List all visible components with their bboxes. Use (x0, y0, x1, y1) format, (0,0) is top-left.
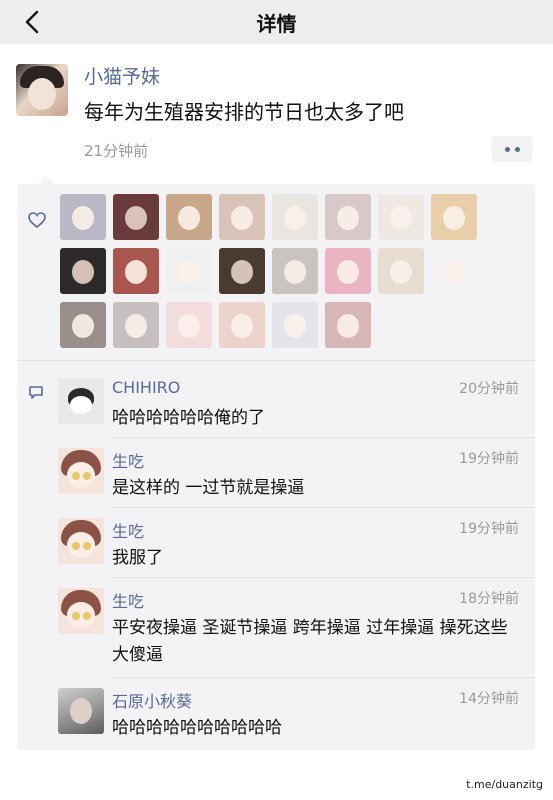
commenter-avatar[interactable] (58, 378, 104, 424)
liker-avatar[interactable] (325, 248, 371, 294)
ellipsis-icon (504, 146, 510, 152)
author-name[interactable]: 小猫予妹 (84, 62, 160, 89)
back-button[interactable] (18, 8, 46, 36)
comment-divider (112, 437, 535, 438)
liker-avatar[interactable] (431, 194, 477, 240)
liker-avatar[interactable] (113, 194, 159, 240)
watermark: t.me/duanzitg (466, 778, 543, 791)
commenter-name[interactable]: CHIHIRO (112, 378, 180, 397)
liker-avatar[interactable] (325, 302, 371, 348)
nav-bar: 详情 (0, 0, 553, 44)
comment-divider (112, 577, 535, 578)
liker-avatar[interactable] (219, 248, 265, 294)
comment-time: 19分钟前 (459, 451, 519, 467)
liker-avatar-grid (60, 194, 477, 348)
liker-avatar[interactable] (113, 248, 159, 294)
liker-avatar[interactable] (60, 302, 106, 348)
liker-avatar[interactable] (272, 248, 318, 294)
liker-avatar[interactable] (378, 248, 424, 294)
liker-avatar[interactable] (219, 302, 265, 348)
chevron-left-icon (25, 10, 39, 34)
liker-avatar[interactable] (113, 302, 159, 348)
commenter-avatar[interactable] (58, 448, 104, 494)
liker-avatar[interactable] (272, 302, 318, 348)
liker-avatar[interactable] (60, 248, 106, 294)
commenter-name[interactable]: 石原小秋葵 (112, 688, 192, 712)
post-time: 21分钟前 (84, 142, 149, 160)
more-actions-button[interactable] (492, 136, 532, 162)
interaction-panel: CHIHIRO 20分钟前 哈哈哈哈哈哈俺的了 生吃 19分钟前 是这样的 一过节就是操逼… (18, 176, 535, 750)
liker-avatar[interactable] (166, 194, 212, 240)
liker-avatar[interactable] (431, 248, 477, 294)
commenter-avatar[interactable] (58, 688, 104, 734)
liker-avatar[interactable] (166, 302, 212, 348)
comment-text: 平安夜操逼 圣诞节操逼 跨年操逼 过年操逼 操死这些大傻逼 (112, 618, 508, 665)
comment-text: 我服了 (112, 548, 163, 568)
post-text: 每年为生殖器安排的节日也太多了吧 (84, 100, 404, 124)
liker-avatar[interactable] (272, 194, 318, 240)
commenter-avatar[interactable] (58, 518, 104, 564)
commenter-avatar[interactable] (58, 588, 104, 634)
comment-divider (112, 677, 535, 678)
liker-avatar[interactable] (166, 248, 212, 294)
commenter-name[interactable]: 生吃 (112, 588, 144, 612)
liker-avatar[interactable] (378, 194, 424, 240)
comment-icon (29, 386, 43, 399)
commenter-name[interactable]: 生吃 (112, 518, 144, 542)
comment-time: 18分钟前 (459, 591, 519, 607)
comment-divider (112, 507, 535, 508)
author-avatar[interactable] (16, 64, 68, 116)
liker-avatar[interactable] (60, 194, 106, 240)
liker-avatar[interactable] (325, 194, 371, 240)
comment-time: 20分钟前 (459, 381, 519, 397)
comment-text: 是这样的 一过节就是操逼 (112, 478, 305, 498)
comment-time: 14分钟前 (459, 691, 519, 707)
comment-text: 哈哈哈哈哈哈哈哈哈哈 (112, 718, 282, 738)
divider (18, 360, 535, 361)
heart-icon (28, 212, 46, 228)
likes-section (18, 184, 535, 360)
liker-avatar[interactable] (219, 194, 265, 240)
comment-text: 哈哈哈哈哈哈俺的了 (112, 408, 265, 428)
comment-time: 19分钟前 (459, 521, 519, 537)
commenter-name[interactable]: 生吃 (112, 448, 144, 472)
page-title: 详情 (256, 11, 297, 36)
